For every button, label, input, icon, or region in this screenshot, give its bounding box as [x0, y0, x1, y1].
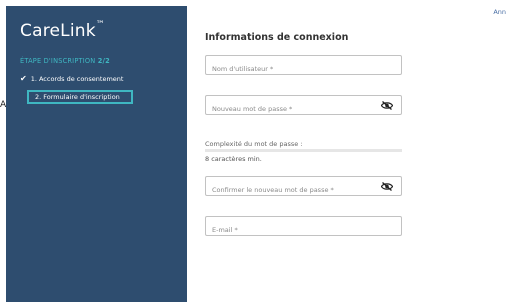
confirm-password-input[interactable]: [206, 181, 378, 199]
registration-step-heading: ÉTAPE D'INSCRIPTION 2/2: [20, 57, 110, 65]
email-input[interactable]: [206, 221, 378, 239]
password-min-length: 8 caractères min.: [205, 155, 262, 163]
eye-off-icon[interactable]: [381, 182, 393, 191]
step-registration-form-label: 2. Formulaire d'inscription: [35, 93, 120, 101]
step-consent-label: 1. Accords de consentement: [30, 74, 124, 83]
step-consent[interactable]: ✔ 1. Accords de consentement: [20, 74, 123, 83]
eye-off-icon[interactable]: [381, 101, 393, 110]
password-complexity-bar: [205, 149, 402, 152]
new-password-field[interactable]: [205, 95, 402, 118]
carelink-logo: CareLink™: [20, 20, 105, 41]
step-registration-form[interactable]: 2. Formulaire d'inscription: [27, 90, 133, 104]
username-field[interactable]: [205, 55, 402, 78]
password-complexity-label: Complexité du mot de passe :: [205, 140, 303, 148]
sidebar: CareLink™ ÉTAPE D'INSCRIPTION 2/2 ✔ 1. A…: [6, 6, 187, 302]
checkmark-icon: ✔: [20, 74, 27, 83]
top-right-link[interactable]: Ann: [493, 8, 506, 16]
page-title: Informations de connexion: [205, 32, 349, 43]
new-password-input[interactable]: [206, 100, 378, 118]
email-field[interactable]: [205, 216, 402, 239]
confirm-password-field[interactable]: [205, 176, 402, 199]
username-input[interactable]: [206, 60, 378, 78]
